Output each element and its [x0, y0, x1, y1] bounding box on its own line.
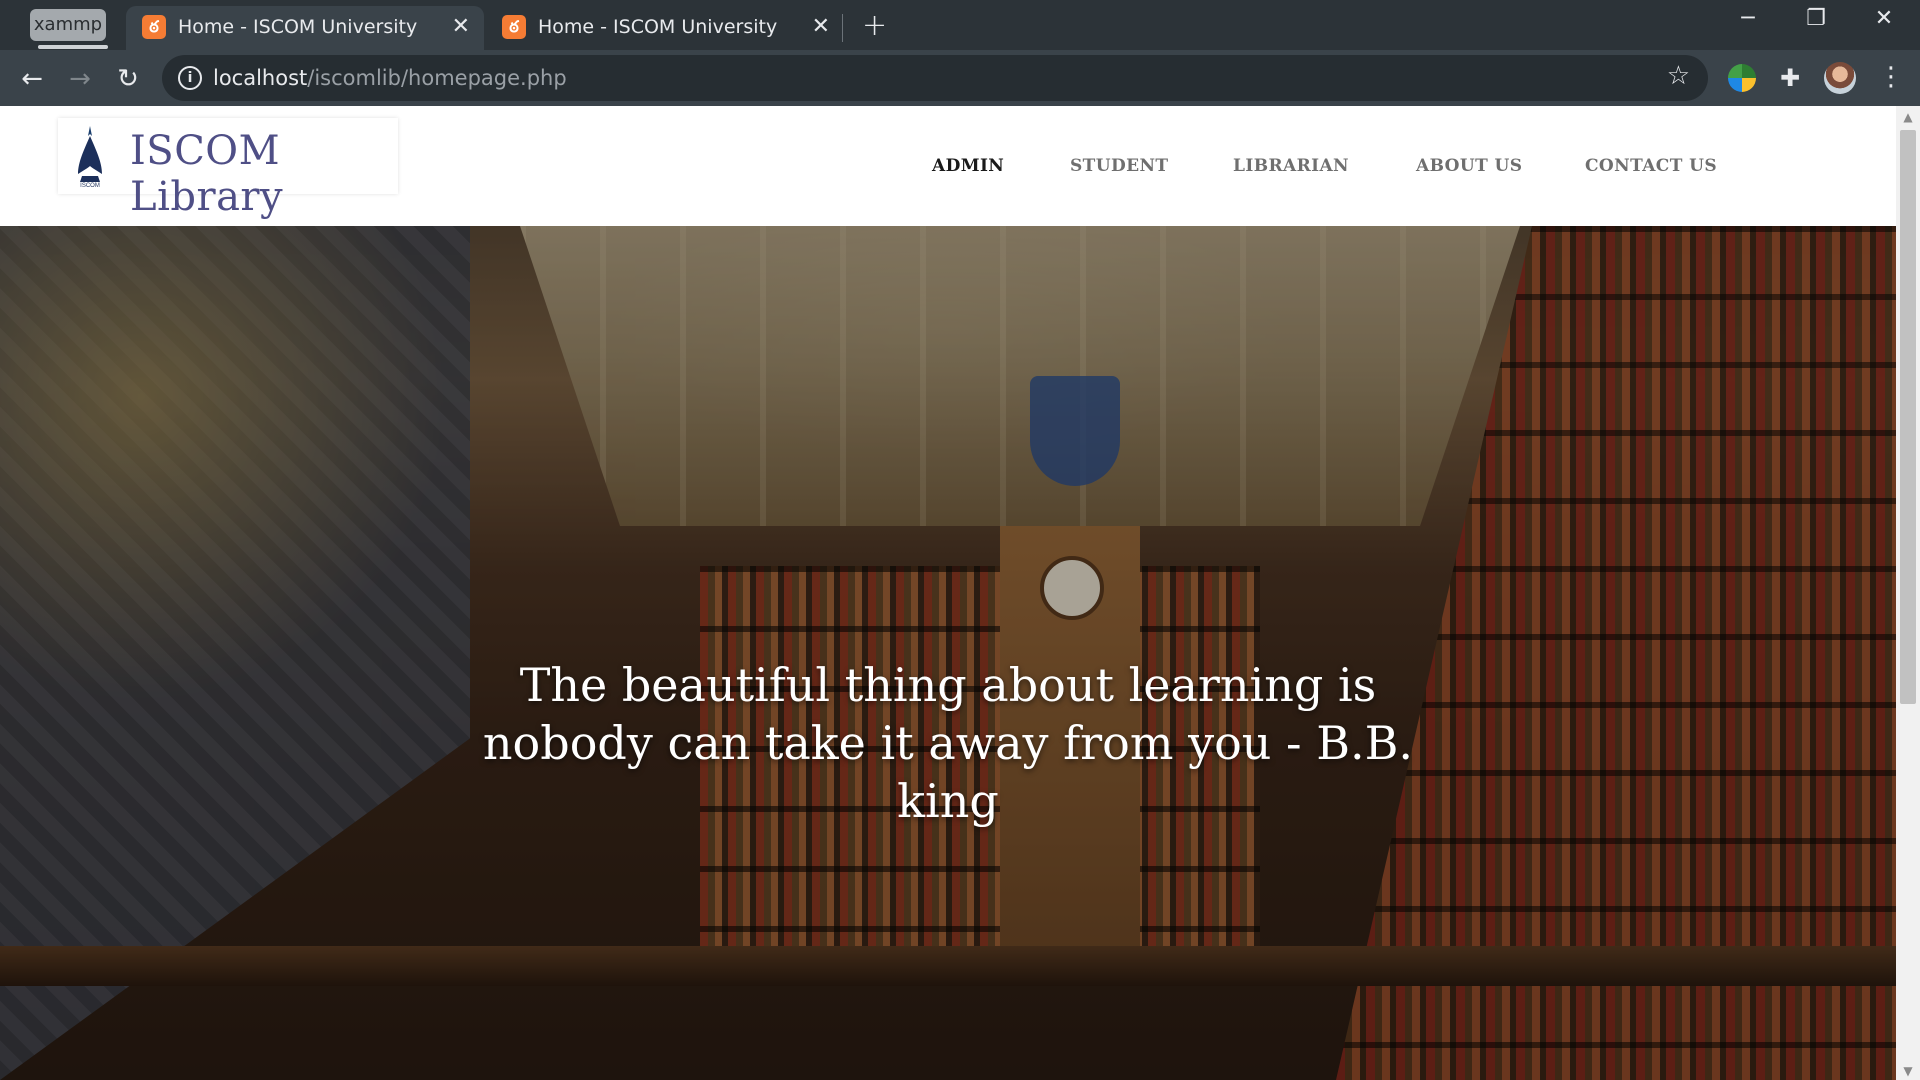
site-info-icon[interactable]: i [178, 66, 202, 90]
back-arrow-icon[interactable]: ← [14, 61, 50, 97]
nav-link-student[interactable]: STUDENT [1070, 156, 1168, 176]
xampp-icon: ఠ [142, 15, 166, 39]
svg-text:ISCOM: ISCOM [80, 183, 100, 188]
site-header: ISCOM ISCOM Library ADMIN STUDENT LIBRAR… [0, 106, 1896, 226]
forward-arrow-icon[interactable]: → [62, 61, 98, 97]
bookmark-star-icon[interactable]: ☆ [1667, 61, 1690, 91]
profile-avatar[interactable] [1824, 62, 1856, 94]
url-host: localhost [213, 66, 308, 90]
scroll-down-arrow-icon[interactable]: ▼ [1902, 1064, 1914, 1078]
url-path: /iscomlib/homepage.php [307, 66, 567, 90]
restore-icon[interactable]: ❐ [1796, 6, 1836, 31]
browser-toolbar: ← → ↻ i localhost/iscomlib/homepage.php … [0, 50, 1920, 106]
minimize-icon[interactable]: ─ [1728, 6, 1768, 31]
window-close-icon[interactable]: ✕ [1864, 6, 1904, 31]
tab-separator [842, 14, 843, 42]
hero-quote: The beautiful thing about learning is no… [482, 658, 1414, 828]
tab-active[interactable]: ఠ Home - ISCOM University ✕ [126, 6, 484, 50]
url-text[interactable]: localhost/iscomlib/homepage.php [213, 66, 567, 90]
peacock-logo-icon: ISCOM [78, 126, 102, 188]
tab-inactive[interactable]: ఠ Home - ISCOM University ✕ [486, 6, 844, 50]
close-icon[interactable]: ✕ [452, 14, 470, 39]
scroll-up-arrow-icon[interactable]: ▲ [1902, 110, 1914, 124]
hero-overlay [0, 226, 1896, 1080]
tab-title: Home - ISCOM University [538, 16, 778, 38]
browser-tab-bar: xammp ఠ Home - ISCOM University ✕ ఠ Home… [0, 0, 1920, 50]
xampp-icon: ఠ [502, 15, 526, 39]
logo-text: ISCOM Library [130, 128, 284, 220]
close-icon[interactable]: ✕ [812, 14, 830, 39]
reload-icon[interactable]: ↻ [110, 61, 146, 97]
profile-chip-underline [38, 45, 108, 49]
nav-link-contact-us[interactable]: CONTACT US [1585, 156, 1717, 176]
scrollbar-thumb[interactable] [1900, 130, 1916, 704]
tab-title: Home - ISCOM University [178, 16, 418, 38]
profile-chip[interactable]: xammp [30, 9, 106, 41]
extension-globe-icon[interactable] [1728, 64, 1756, 92]
nav-link-about-us[interactable]: ABOUT US [1416, 156, 1522, 176]
page-scrollbar[interactable]: ▲ ▼ [1896, 106, 1920, 1080]
hero-banner: The beautiful thing about learning is no… [0, 226, 1896, 1080]
nav-link-admin[interactable]: ADMIN [932, 156, 1004, 176]
site-logo[interactable]: ISCOM ISCOM Library [58, 118, 398, 220]
extensions-puzzle-icon[interactable]: ✚ [1776, 64, 1804, 92]
nav-link-librarian[interactable]: LIBRARIAN [1233, 156, 1349, 176]
new-tab-icon[interactable]: + [862, 8, 887, 43]
page-viewport: ISCOM ISCOM Library ADMIN STUDENT LIBRAR… [0, 106, 1896, 1080]
address-bar[interactable]: i localhost/iscomlib/homepage.php ☆ [162, 55, 1708, 101]
browser-menu-icon[interactable]: ⋮ [1878, 62, 1904, 92]
